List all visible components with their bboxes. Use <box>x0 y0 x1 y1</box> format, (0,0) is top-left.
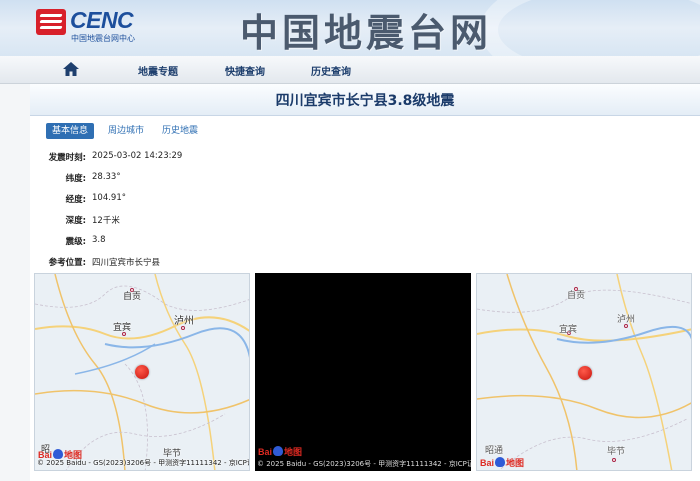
info-value-time: 2025-03-02 14:23:29 <box>92 151 183 161</box>
map-copyright: © 2025 Baidu - GS(2023)3206号 - 甲测资字11111… <box>257 460 471 468</box>
info-value-magnitude: 3.8 <box>92 235 106 245</box>
city-label: 宜宾 <box>113 323 132 333</box>
info-label-time: 发震时刻: <box>48 153 86 163</box>
event-title: 四川宜宾市长宁县3.8级地震 <box>275 93 455 109</box>
baidu-paw-icon <box>273 446 284 456</box>
info-label-magnitude: 震级: <box>65 237 86 247</box>
city-label: 自贡 <box>567 291 586 301</box>
cenc-logo[interactable]: CENC 中国地震台网中心 <box>36 7 156 43</box>
info-value-latitude: 28.33° <box>92 172 121 182</box>
nav-item-history-search[interactable]: 历史查询 <box>311 63 351 78</box>
event-title-bar: 四川宜宾市长宁县3.8级地震 <box>30 84 700 116</box>
nav-item-quick-search[interactable]: 快捷查询 <box>225 63 265 78</box>
site-header: CENC 中国地震台网中心 中国地震台网 <box>0 0 700 56</box>
epicenter-marker[interactable] <box>135 365 149 379</box>
city-dot <box>612 458 616 462</box>
city-label: 泸州 <box>174 316 194 327</box>
epicenter-marker[interactable] <box>578 366 592 380</box>
baidu-logo[interactable]: Bai 地图 <box>480 456 524 469</box>
info-label-longitude: 经度: <box>65 195 86 205</box>
city-label: 毕节 <box>607 447 626 457</box>
info-label-depth: 深度: <box>65 216 86 226</box>
info-label-location: 参考位置: <box>48 258 86 268</box>
cenc-logo-mark <box>36 9 66 35</box>
info-value-longitude: 104.91° <box>92 193 126 203</box>
baidu-paw-icon <box>495 457 506 467</box>
logo-text: CENC <box>70 7 134 33</box>
map-panel-2[interactable]: Bai 地图 © 2025 Baidu - GS(2023)3206号 - 甲测资… <box>255 273 471 471</box>
map-copyright: © 2025 Baidu - GS(2023)3206号 - 甲测资字11111… <box>37 459 250 467</box>
city-label: 昭通 <box>485 446 504 456</box>
tab-history-quakes[interactable]: 历史地震 <box>156 123 204 139</box>
site-title: 中国地震台网 <box>240 10 493 55</box>
city-label: 自贡 <box>123 292 142 302</box>
info-value-depth: 12千米 <box>92 216 120 226</box>
map-panel-3[interactable]: 自贡 泸州 宜宾 昭通 毕节 Bai 地图 <box>476 273 692 471</box>
map-panel-1[interactable]: 自贡 泸州 宜宾 毕节 昭 Bai 地图 © 2025 Baidu - GS(20… <box>34 273 250 471</box>
info-value-location: 四川宜宾市长宁县 <box>92 258 161 268</box>
tab-nearby-cities[interactable]: 周边城市 <box>102 123 150 139</box>
nav-item-earthquake-topics[interactable]: 地震专题 <box>138 63 178 78</box>
city-label: 宜宾 <box>559 325 578 335</box>
info-label-latitude: 纬度: <box>65 174 86 184</box>
home-icon[interactable] <box>62 60 80 78</box>
baidu-logo[interactable]: Bai 地图 <box>258 445 302 458</box>
main-nav: 地震专题 快捷查询 历史查询 <box>0 56 700 84</box>
header-decoration <box>480 0 700 56</box>
tab-basic-info[interactable]: 基本信息 <box>46 123 95 139</box>
logo-subtitle: 中国地震台网中心 <box>71 34 135 43</box>
city-label: 泸州 <box>617 315 636 325</box>
